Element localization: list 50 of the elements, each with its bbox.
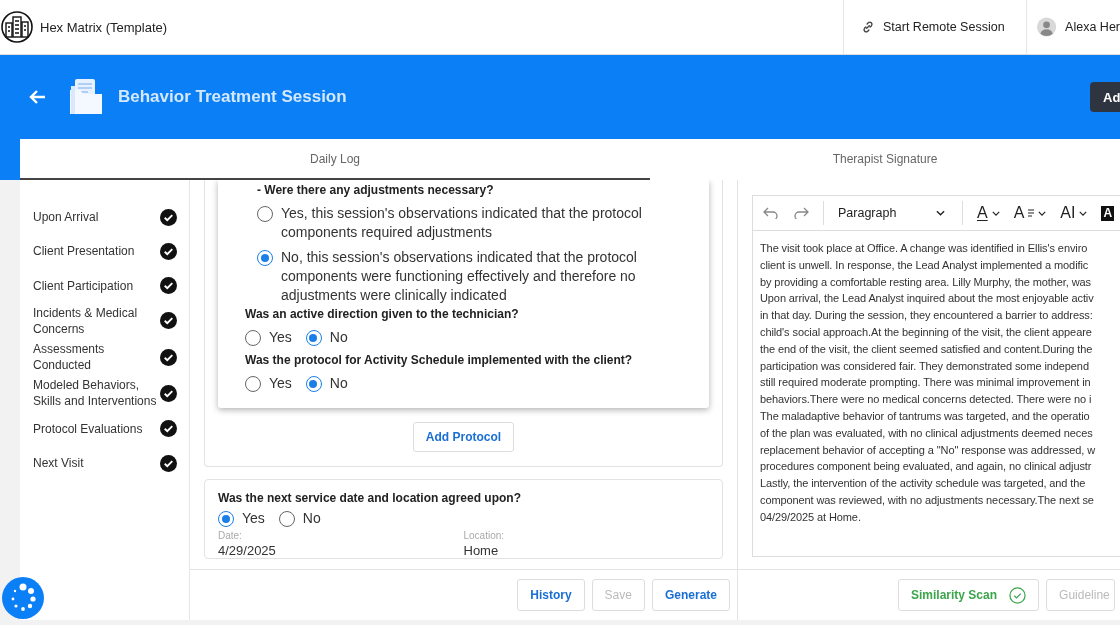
- sidebar-item[interactable]: Incidents & Medical Concerns: [33, 304, 177, 337]
- sidebar-item[interactable]: Upon Arrival: [33, 202, 177, 232]
- font-color-button[interactable]: A: [977, 204, 1000, 222]
- sidebar-item[interactable]: Assessments Conducted: [33, 341, 177, 374]
- page-title: Behavior Treatment Session: [118, 87, 347, 107]
- sidebar-item[interactable]: Modeled Behaviors, Skills and Interventions: [33, 377, 177, 410]
- sidebar-item[interactable]: Client Participation: [33, 270, 177, 301]
- date-value: 4/29/2025: [218, 543, 277, 558]
- sidebar-item[interactable]: Protocol Evaluations: [33, 413, 177, 444]
- add-protocol-button[interactable]: Add Protocol: [412, 422, 515, 452]
- question-text: Was the next service date and location agreed upon?: [218, 490, 522, 506]
- radio-option[interactable]: No: [278, 509, 321, 528]
- add-button[interactable]: Ad: [1090, 82, 1120, 112]
- field-label: Date:: [218, 530, 243, 541]
- radio-option[interactable]: No: [305, 328, 348, 347]
- field-label: Location:: [463, 530, 506, 541]
- tab[interactable]: Therapist Signature: [650, 139, 1120, 180]
- question-text: - Were there any adjustments necessary?: [257, 182, 495, 198]
- action-button[interactable]: History: [517, 579, 585, 611]
- sidebar-item[interactable]: Next Visit: [33, 448, 177, 479]
- font-size-button[interactable]: A: [1013, 204, 1047, 222]
- link-icon: [861, 20, 875, 34]
- start-remote-session-button[interactable]: Start Remote Session: [843, 0, 1026, 54]
- location-value: Home: [463, 543, 500, 558]
- question-text: Was an active direction given to the technician?: [245, 306, 520, 322]
- highlight-button[interactable]: A: [1101, 205, 1115, 221]
- block-format-dropdown[interactable]: Paragraph: [838, 206, 948, 220]
- redo-icon[interactable]: [793, 207, 809, 219]
- radio-option[interactable]: Yes, this session's observations indicated that the protocol components required adjustments: [257, 204, 681, 242]
- font-family-button[interactable]: AI: [1060, 204, 1088, 222]
- action-button[interactable]: Generate: [651, 579, 730, 611]
- check-circle-icon: [1009, 586, 1027, 604]
- radio-option[interactable]: No: [305, 374, 348, 393]
- question-text: Was the protocol for Activity Schedule implemented with the client?: [245, 352, 634, 368]
- radio-option[interactable]: Yes: [245, 328, 292, 347]
- caret-icon: [1079, 210, 1088, 216]
- folder-documents-icon: [68, 78, 104, 116]
- radio-option[interactable]: No, this session's observations indicated that the protocol components were functioning effectively and therefore no adjustments were clinically indicated: [257, 248, 681, 305]
- caret-icon: [1038, 210, 1047, 216]
- editor-text: The visit took place at Office. A change was identified in Ellis's enviro client is unwell. In response, the Lead Analyst implemented a modific by providing a comfortable resting area. Lilly Murphy, the mother, was Upon arrival, the Lead Analyst inquired about the most enjoyable activ in that day. During the session, they encountered a barrier to address: child's social approach.At the beginning of the visit, the client appeare the end of the visit, the client seemed satisfied and content.During the participation was considered fair. They demonstrated some independ still required moderate prompting. There was minimal improvement in behaviors.There were no medical concerns detected. There were no i The maladaptive behavior of tantrums was targeted, and the operatio of the plan was evaluated, with no clinical adjustments deemed neces replacement behavior of accepting a "No" response was addressed, w procedures component being evaluated, and again, no clinical adjustr Lastly, the intervention of the activity schedule was targeted, and the component was reviewed, with no adjustments necessary.The next se 04/29/2025 at Home.: [759, 241, 1097, 525]
- lines-icon: [1028, 209, 1035, 217]
- radio-option[interactable]: Yes: [245, 374, 292, 393]
- loading-dots-icon[interactable]: [2, 577, 44, 619]
- user-name: Alexa Her: [1065, 20, 1120, 34]
- radio-option[interactable]: Yes: [218, 509, 265, 528]
- caret-icon: [991, 210, 1000, 216]
- app-title: Hex Matrix (Template): [40, 19, 168, 35]
- sidebar-item[interactable]: Client Presentation: [33, 236, 177, 267]
- undo-icon[interactable]: [763, 207, 779, 219]
- caret-icon: [936, 210, 946, 216]
